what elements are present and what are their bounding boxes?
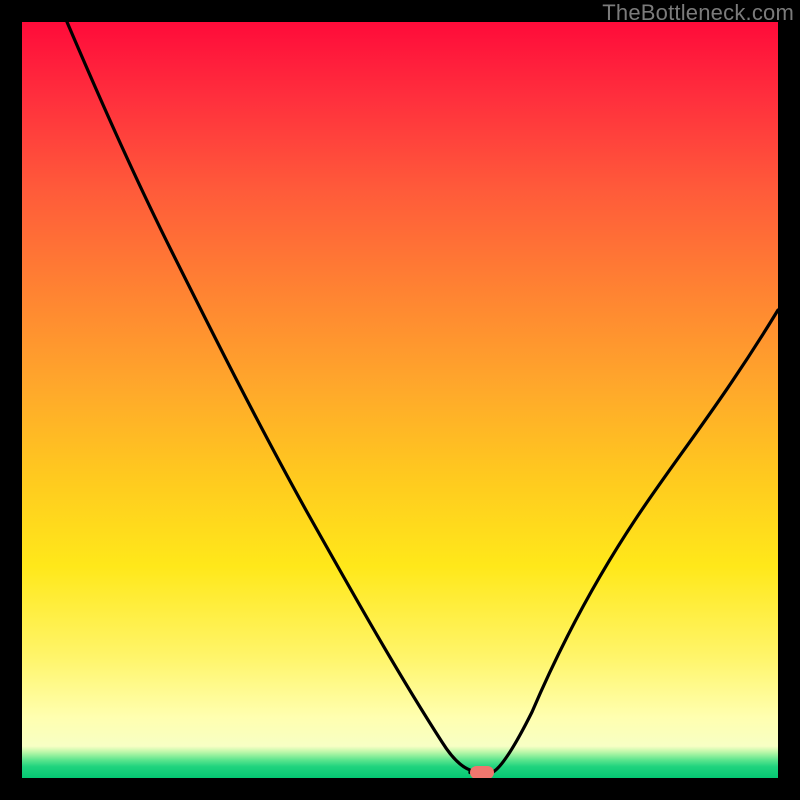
- bottleneck-curve: [22, 22, 778, 778]
- min-marker: [470, 766, 494, 778]
- attribution-label: TheBottleneck.com: [602, 0, 794, 26]
- plot-area: [22, 22, 778, 778]
- chart-frame: TheBottleneck.com: [0, 0, 800, 800]
